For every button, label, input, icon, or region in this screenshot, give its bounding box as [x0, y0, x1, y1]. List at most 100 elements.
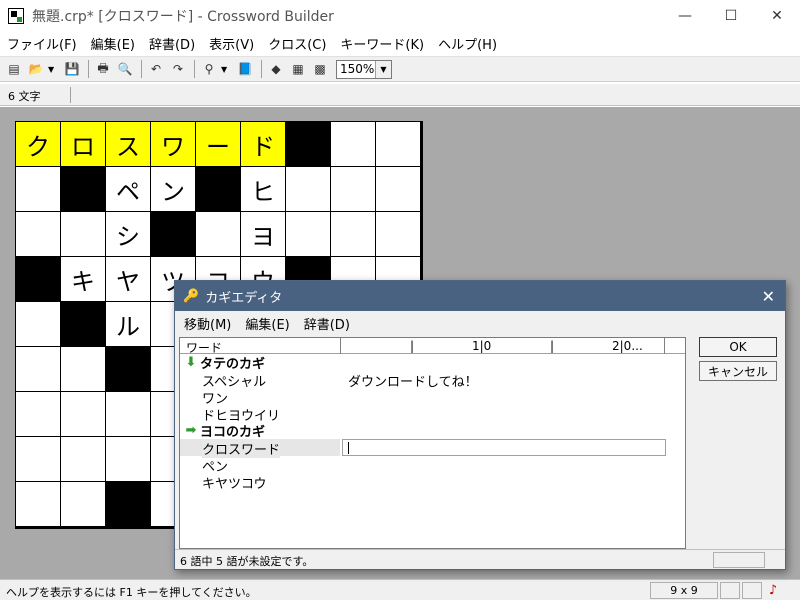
- list-item[interactable]: スペシャル ダウンロードしてね！: [180, 371, 685, 390]
- dialog-menu-edit[interactable]: 編集(E): [238, 314, 296, 333]
- list-item-selected[interactable]: クロスワード: [180, 439, 685, 458]
- grid-cell[interactable]: [61, 482, 106, 527]
- grid-size: 9 x 9: [650, 582, 718, 599]
- status-pane: [720, 582, 740, 599]
- grid-cell[interactable]: [376, 167, 421, 212]
- close-button[interactable]: ✕: [754, 0, 800, 32]
- menu-keyword[interactable]: キーワード(K): [333, 34, 431, 53]
- grid-cell[interactable]: [61, 347, 106, 392]
- grid-cell-black[interactable]: [61, 167, 106, 212]
- menu-edit[interactable]: 編集(E): [84, 34, 142, 53]
- toolbar-separator: [261, 60, 262, 78]
- check-icon[interactable]: ▦: [288, 59, 308, 79]
- grid-cell-black[interactable]: [151, 212, 196, 257]
- list-item[interactable]: ワン: [180, 388, 685, 407]
- grid-cell-black[interactable]: [106, 347, 151, 392]
- grid-cell[interactable]: [331, 122, 376, 167]
- clue-list[interactable]: ワード | 1|0 | 2|0... ⬇ タテのカギ スペシャル ダウンロードし…: [179, 337, 686, 549]
- menu-file[interactable]: ファイル(F): [0, 34, 84, 53]
- cancel-button[interactable]: キャンセル: [699, 361, 777, 381]
- save-icon[interactable]: 💾: [62, 59, 82, 79]
- status-bar: ヘルプを表示するには F1 キーを押してください。 9 x 9 ♪: [0, 579, 800, 600]
- grid-cell-black[interactable]: [286, 122, 331, 167]
- grid-cell[interactable]: ク: [16, 122, 61, 167]
- find-dropdown-icon[interactable]: ▼: [221, 65, 231, 74]
- grid-cell[interactable]: [16, 392, 61, 437]
- chevron-down-icon[interactable]: ▼: [375, 60, 391, 78]
- grid-cell[interactable]: キ: [61, 257, 106, 302]
- grid-cell[interactable]: [16, 167, 61, 212]
- dialog-menu-dictionary[interactable]: 辞書(D): [297, 314, 357, 333]
- grid-cell[interactable]: [61, 437, 106, 482]
- zoom-value: 150%: [340, 62, 375, 76]
- eraser-icon[interactable]: ◆: [266, 59, 286, 79]
- music-note-icon: ♪: [768, 583, 778, 598]
- grid-cell[interactable]: ス: [106, 122, 151, 167]
- grid-icon[interactable]: ▩: [310, 59, 330, 79]
- open-icon[interactable]: 📂: [26, 59, 46, 79]
- grid-cell[interactable]: [16, 212, 61, 257]
- print-preview-icon[interactable]: 🔍: [115, 59, 135, 79]
- grid-cell[interactable]: [331, 212, 376, 257]
- grid-cell[interactable]: ワ: [151, 122, 196, 167]
- key-icon: 🔑: [183, 288, 200, 304]
- down-clues-header[interactable]: ⬇ タテのカギ: [180, 354, 685, 372]
- header-ruler-3: |: [550, 339, 555, 353]
- grid-cell[interactable]: [16, 437, 61, 482]
- header-divider[interactable]: [664, 338, 665, 354]
- grid-cell[interactable]: シ: [106, 212, 151, 257]
- grid-cell-black[interactable]: [61, 302, 106, 347]
- redo-icon[interactable]: ↷: [168, 59, 188, 79]
- new-icon[interactable]: ▤: [4, 59, 24, 79]
- dialog-close-button[interactable]: ✕: [762, 287, 775, 306]
- list-item[interactable]: ドヒヨウイリ: [180, 405, 685, 424]
- clue-hint-input[interactable]: [342, 439, 666, 456]
- dialog-menu-move[interactable]: 移動(M): [177, 314, 238, 333]
- grid-cell[interactable]: [16, 347, 61, 392]
- grid-cell-black[interactable]: [106, 482, 151, 527]
- open-dropdown-icon[interactable]: ▼: [48, 65, 58, 74]
- grid-cell[interactable]: [16, 482, 61, 527]
- list-item[interactable]: キヤツコウ: [180, 473, 685, 492]
- grid-cell[interactable]: [61, 212, 106, 257]
- dictionary-icon[interactable]: 📘: [235, 59, 255, 79]
- grid-cell[interactable]: ヤ: [106, 257, 151, 302]
- grid-cell[interactable]: ド: [241, 122, 286, 167]
- menu-help[interactable]: ヘルプ(H): [431, 34, 504, 53]
- grid-cell[interactable]: [376, 122, 421, 167]
- grid-cell[interactable]: [106, 392, 151, 437]
- ok-button[interactable]: OK: [699, 337, 777, 357]
- find-icon[interactable]: ⚲: [199, 59, 219, 79]
- maximize-button[interactable]: ☐: [708, 0, 754, 32]
- header-divider[interactable]: [340, 338, 341, 354]
- grid-cell[interactable]: [286, 212, 331, 257]
- window-controls: — ☐ ✕: [662, 0, 800, 32]
- grid-cell[interactable]: [16, 302, 61, 347]
- across-clues-header[interactable]: ➡ ヨコのカギ: [180, 422, 685, 440]
- grid-cell[interactable]: ン: [151, 167, 196, 212]
- list-item[interactable]: ペン: [180, 456, 685, 475]
- grid-cell[interactable]: [376, 212, 421, 257]
- grid-cell[interactable]: [331, 167, 376, 212]
- grid-cell[interactable]: [196, 212, 241, 257]
- grid-cell[interactable]: [286, 167, 331, 212]
- grid-cell[interactable]: ー: [196, 122, 241, 167]
- zoom-select[interactable]: 150% ▼: [336, 59, 392, 79]
- menu-cross[interactable]: クロス(C): [261, 34, 333, 53]
- undo-icon[interactable]: ↶: [146, 59, 166, 79]
- grid-cell[interactable]: ヨ: [241, 212, 286, 257]
- menu-dictionary[interactable]: 辞書(D): [142, 34, 202, 53]
- minimize-button[interactable]: —: [662, 0, 708, 32]
- menu-view[interactable]: 表示(V): [202, 34, 261, 53]
- grid-cell[interactable]: ペ: [106, 167, 151, 212]
- grid-cell-black[interactable]: [16, 257, 61, 302]
- grid-cell[interactable]: ル: [106, 302, 151, 347]
- grid-cell[interactable]: ヒ: [241, 167, 286, 212]
- grid-cell[interactable]: ロ: [61, 122, 106, 167]
- print-icon[interactable]: 🖶: [93, 59, 113, 79]
- toolbar: ▤ 📂 ▼ 💾 🖶 🔍 ↶ ↷ ⚲ ▼ 📘 ◆ ▦ ▩ 150% ▼: [0, 56, 800, 82]
- grid-cell[interactable]: [106, 437, 151, 482]
- grid-cell[interactable]: [61, 392, 106, 437]
- grid-cell-black[interactable]: [196, 167, 241, 212]
- status-help-text: ヘルプを表示するには F1 キーを押してください。: [6, 586, 257, 599]
